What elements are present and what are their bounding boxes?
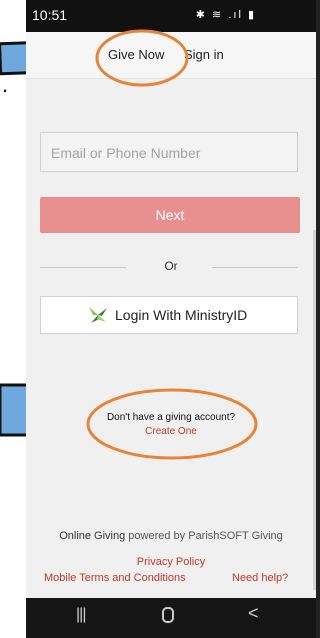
powered-by-parishsoft: powered by ParishSOFT Giving bbox=[125, 530, 283, 542]
divider-right bbox=[212, 267, 298, 268]
email-field[interactable]: Email or Phone Number bbox=[40, 132, 298, 172]
next-button[interactable]: Next bbox=[40, 197, 300, 233]
recent-apps-icon[interactable]: ||| bbox=[76, 606, 87, 624]
back-icon[interactable]: < bbox=[248, 603, 259, 624]
status-time: 10:51 bbox=[32, 7, 68, 23]
highlight-circle-create-account bbox=[86, 388, 258, 460]
powered-by-text: Online Giving powered by ParishSOFT Givi… bbox=[26, 530, 316, 542]
mobile-terms-link[interactable]: Mobile Terms and Conditions bbox=[44, 572, 186, 584]
need-help-link[interactable]: Need help? bbox=[232, 572, 288, 584]
login-content: Email or Phone Number Next Or Login With… bbox=[26, 78, 316, 598]
email-placeholder: Email or Phone Number bbox=[51, 145, 201, 161]
ministryid-logo-icon bbox=[89, 307, 107, 323]
system-navigation-bar: ||| < bbox=[26, 598, 316, 638]
or-separator: Or bbox=[164, 259, 178, 273]
login-ministryid-button[interactable]: Login With MinistryID bbox=[40, 296, 298, 334]
highlight-circle-give-now bbox=[95, 29, 189, 87]
privacy-policy-link[interactable]: Privacy Policy bbox=[26, 556, 316, 568]
page-mark: . bbox=[2, 72, 9, 97]
phone-screen: 10:51 ✱ ≋ .ıl ▮ Give Now Sign in Email o… bbox=[26, 0, 320, 638]
online-giving-text: Online Giving bbox=[59, 530, 126, 542]
ministryid-label: Login With MinistryID bbox=[115, 307, 248, 323]
home-icon[interactable] bbox=[162, 607, 174, 623]
status-icons: ✱ ≋ .ıl ▮ bbox=[195, 9, 256, 21]
